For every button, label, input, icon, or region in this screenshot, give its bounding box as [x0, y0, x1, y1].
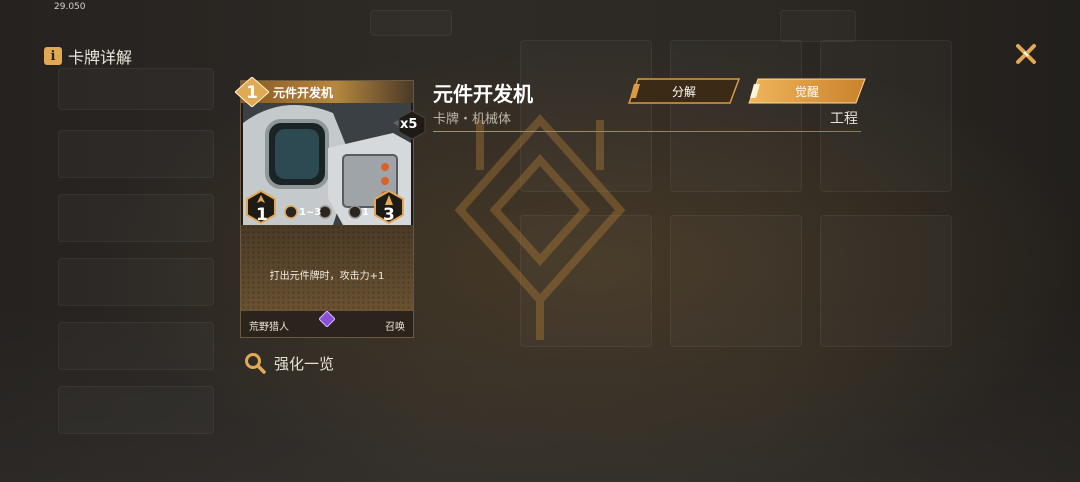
card-footer: 荒野猎人 召唤 [241, 311, 413, 337]
bg-panel [780, 10, 856, 42]
close-icon[interactable] [1010, 40, 1042, 70]
magnifier-icon [245, 353, 266, 374]
cost-badge: 1 [235, 77, 269, 107]
bg-panel [670, 215, 802, 347]
card-preview[interactable]: 元件开发机 1 1 3 1~3 1 打出元件牌时，攻击力+1 荒野猎人 召唤 [235, 77, 414, 338]
bg-panel [58, 194, 214, 242]
rarity-gem-icon [319, 311, 335, 327]
bg-panel [58, 258, 214, 306]
faction-emblem-watermark [454, 113, 626, 340]
decompose-button[interactable]: 分解 [628, 78, 740, 104]
bg-panel [820, 215, 952, 347]
bg-panel [58, 130, 214, 178]
small-stat-value: 1 [362, 207, 369, 218]
card-body: 打出元件牌时，攻击力+1 [241, 225, 413, 311]
status-time: 29.050 [54, 2, 86, 12]
card-stats: 1 3 1~3 1 [241, 185, 413, 225]
detail-card-name: 元件开发机 [433, 82, 533, 106]
decompose-label: 分解 [671, 84, 696, 99]
card-name: 元件开发机 [273, 86, 334, 100]
range-icon [284, 205, 298, 219]
awaken-button[interactable]: 觉醒 [748, 78, 866, 104]
enhance-overview-label: 强化一览 [274, 354, 335, 373]
bg-panel [58, 322, 214, 370]
bg-panel [58, 386, 214, 434]
hand-icon [348, 205, 362, 219]
header: i 卡牌详解 [44, 44, 132, 68]
card-type: 召唤 [385, 322, 405, 333]
detail-subtitle: 卡牌・机械体 [433, 112, 512, 127]
bg-panel [670, 40, 802, 192]
card-description: 打出元件牌时，攻击力+1 [269, 271, 385, 282]
cost-value: 1 [246, 83, 258, 103]
range-value: 1~3 [299, 207, 322, 218]
page-title: 卡牌详解 [68, 48, 133, 67]
attack-value: 1 [256, 205, 268, 225]
health-value: 3 [383, 205, 395, 225]
copies-count: x5 [400, 117, 418, 132]
detail-category: 工程 [830, 111, 858, 127]
bg-panel [58, 68, 214, 110]
divider [433, 131, 861, 132]
info-icon: i [44, 47, 62, 65]
bg-panel [370, 10, 452, 36]
card-faction: 荒野猎人 [249, 322, 289, 333]
awaken-label: 觉醒 [794, 84, 819, 99]
enhance-overview-button[interactable]: 强化一览 [244, 352, 334, 374]
